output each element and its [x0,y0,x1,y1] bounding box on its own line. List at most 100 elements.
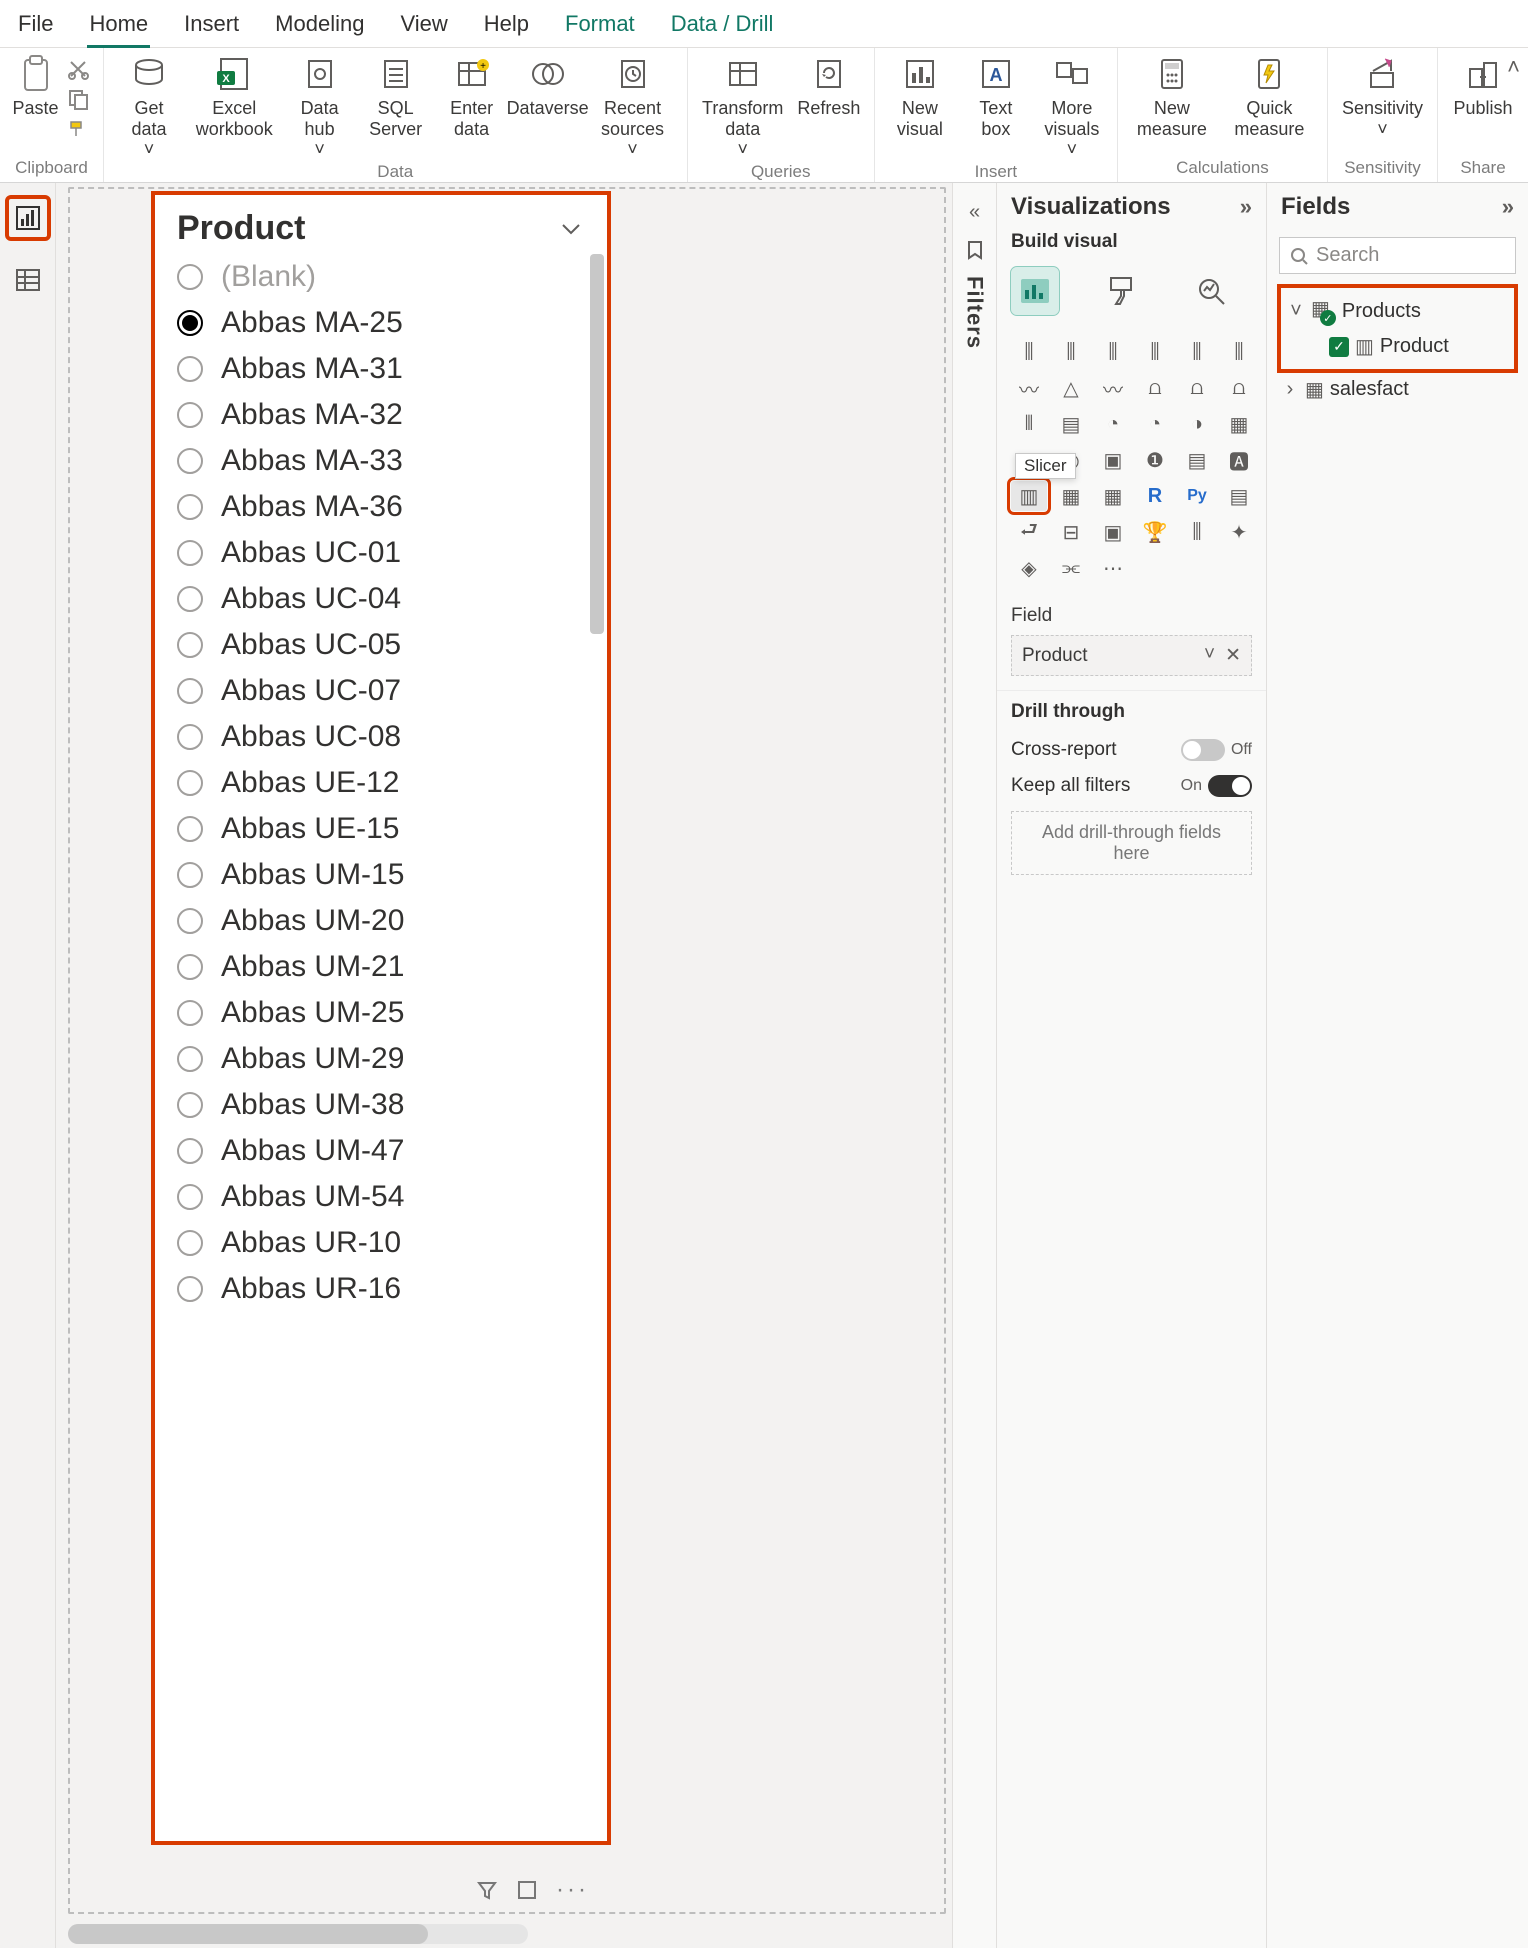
viz-type-button[interactable]: ⮐ [1011,517,1047,547]
viz-type-button[interactable]: ▤ [1179,445,1215,475]
viz-type-button[interactable]: ⫼ [1011,337,1047,367]
build-visual-mode-button[interactable] [1011,267,1059,315]
radio-icon[interactable] [177,586,203,612]
slicer-item[interactable]: Abbas UM-54 [155,1174,607,1220]
radio-icon[interactable] [177,1184,203,1210]
focus-mode-icon[interactable] [516,1879,538,1901]
slicer-item[interactable]: Abbas UC-05 [155,622,607,668]
viz-type-button[interactable]: ▣ [1095,445,1131,475]
radio-icon[interactable] [177,954,203,980]
viz-type-button[interactable]: ◔ [1095,409,1131,439]
table-salesfact[interactable]: › salesfact [1267,373,1528,406]
radio-icon[interactable] [177,1000,203,1026]
radio-icon[interactable] [177,402,203,428]
viz-type-button[interactable]: ⫼ [1095,337,1131,367]
radio-icon[interactable] [177,724,203,750]
radio-icon[interactable] [177,448,203,474]
slicer-item[interactable]: Abbas UM-47 [155,1128,607,1174]
slicer-item[interactable]: Abbas UC-07 [155,668,607,714]
tab-modeling[interactable]: Modeling [275,11,364,37]
slicer-dropdown-icon[interactable] [557,215,585,243]
viz-type-button[interactable]: ⊟ [1053,517,1089,547]
viz-type-button[interactable]: ▦ [1221,409,1257,439]
viz-type-button[interactable]: ⫼ [1053,337,1089,367]
slicer-item[interactable]: Abbas MA-25 [155,300,607,346]
enter-data-button[interactable]: + Enter data [441,54,503,139]
slicer-scrollbar[interactable] [585,254,607,1830]
slicer-item[interactable]: Abbas MA-33 [155,438,607,484]
viz-type-button[interactable]: Py [1179,481,1215,511]
viz-type-button[interactable]: ⫴ [1011,409,1047,439]
viz-type-button[interactable]: 🏆 [1137,517,1173,547]
field-chip-product[interactable]: Product ˅ ✕ [1011,635,1252,676]
slicer-item[interactable]: Abbas UC-01 [155,530,607,576]
viz-type-button[interactable]: ⩍ [1137,373,1173,403]
radio-icon[interactable] [177,540,203,566]
viz-type-button[interactable]: ▦ [1053,481,1089,511]
viz-type-button[interactable]: ⫼ [1179,337,1215,367]
field-chip-remove-icon[interactable]: ✕ [1225,644,1241,667]
slicer-item[interactable]: Abbas UM-21 [155,944,607,990]
excel-workbook-button[interactable]: X Excel workbook [194,54,275,139]
tab-help[interactable]: Help [484,11,529,37]
sql-server-button[interactable]: SQL Server [365,54,427,139]
slicer-item[interactable]: Abbas UM-38 [155,1082,607,1128]
radio-icon[interactable] [177,310,203,336]
ribbon-collapse-icon[interactable]: ˄ [1507,54,1520,80]
radio-icon[interactable] [177,1046,203,1072]
tab-file[interactable]: File [18,11,53,37]
viz-type-button[interactable]: ⫼ [1221,337,1257,367]
radio-icon[interactable] [177,1138,203,1164]
visualizations-collapse-icon[interactable]: » [1240,194,1252,220]
viz-type-button[interactable]: ▣ [1095,517,1131,547]
viz-type-button[interactable]: 〰 [1011,373,1047,403]
data-view-button[interactable] [7,259,49,301]
viz-type-button[interactable]: ▦ [1095,481,1131,511]
new-measure-button[interactable]: New measure [1132,54,1212,139]
analytics-mode-button[interactable] [1187,267,1235,315]
recent-sources-button[interactable]: Recent sources˅ [593,54,673,160]
viz-type-button[interactable]: ◉ [1053,445,1089,475]
report-canvas[interactable]: Product (Blank)Abbas MA-25Abbas MA-31Abb… [56,183,952,1948]
publish-button[interactable]: Publish [1452,54,1514,119]
viz-type-button[interactable]: ⩍ [1221,373,1257,403]
radio-icon[interactable] [177,356,203,382]
viz-type-button[interactable]: ✦ [1221,517,1257,547]
fields-collapse-icon[interactable]: » [1502,194,1514,220]
slicer-item[interactable]: Abbas UM-15 [155,852,607,898]
tab-format[interactable]: Format [565,11,635,37]
cross-report-toggle[interactable] [1181,739,1225,761]
format-visual-mode-button[interactable] [1099,267,1147,315]
get-data-button[interactable]: Get data˅ [118,54,180,160]
viz-type-button[interactable]: ▦ [1011,445,1047,475]
dataverse-button[interactable]: Dataverse [517,54,579,119]
radio-icon[interactable] [177,1092,203,1118]
viz-type-button[interactable]: ⩍ [1179,373,1215,403]
paste-button[interactable]: Paste [12,54,58,119]
radio-icon[interactable] [177,1230,203,1256]
slicer-item[interactable]: Abbas UE-15 [155,806,607,852]
new-visual-button[interactable]: New visual [889,54,951,139]
viz-type-button[interactable]: ⋯ [1095,553,1131,583]
viz-type-button[interactable]: ❶ [1137,445,1173,475]
field-chip-menu-icon[interactable]: ˅ [1204,644,1215,667]
radio-icon[interactable] [177,770,203,796]
viz-type-button[interactable]: ◑ [1179,409,1215,439]
slicer-item[interactable]: Abbas UM-29 [155,1036,607,1082]
filters-expand-icon[interactable]: « [969,201,980,224]
more-options-icon[interactable]: ··· [556,1876,589,1904]
refresh-button[interactable]: Refresh [798,54,860,119]
slicer-item[interactable]: (Blank) [155,254,607,300]
radio-icon[interactable] [177,632,203,658]
filter-icon[interactable] [476,1879,498,1901]
radio-icon[interactable] [177,264,203,290]
slicer-item[interactable]: Abbas UM-25 [155,990,607,1036]
viz-type-button[interactable]: ⫼ [1179,517,1215,547]
copy-icon[interactable] [65,86,91,112]
slicer-item[interactable]: Abbas UE-12 [155,760,607,806]
slicer-item[interactable]: Abbas UC-08 [155,714,607,760]
radio-icon[interactable] [177,908,203,934]
viz-type-button[interactable]: ⫼ [1137,337,1173,367]
tab-datadrill[interactable]: Data / Drill [671,11,774,37]
fields-search-input[interactable]: Search [1279,237,1516,274]
